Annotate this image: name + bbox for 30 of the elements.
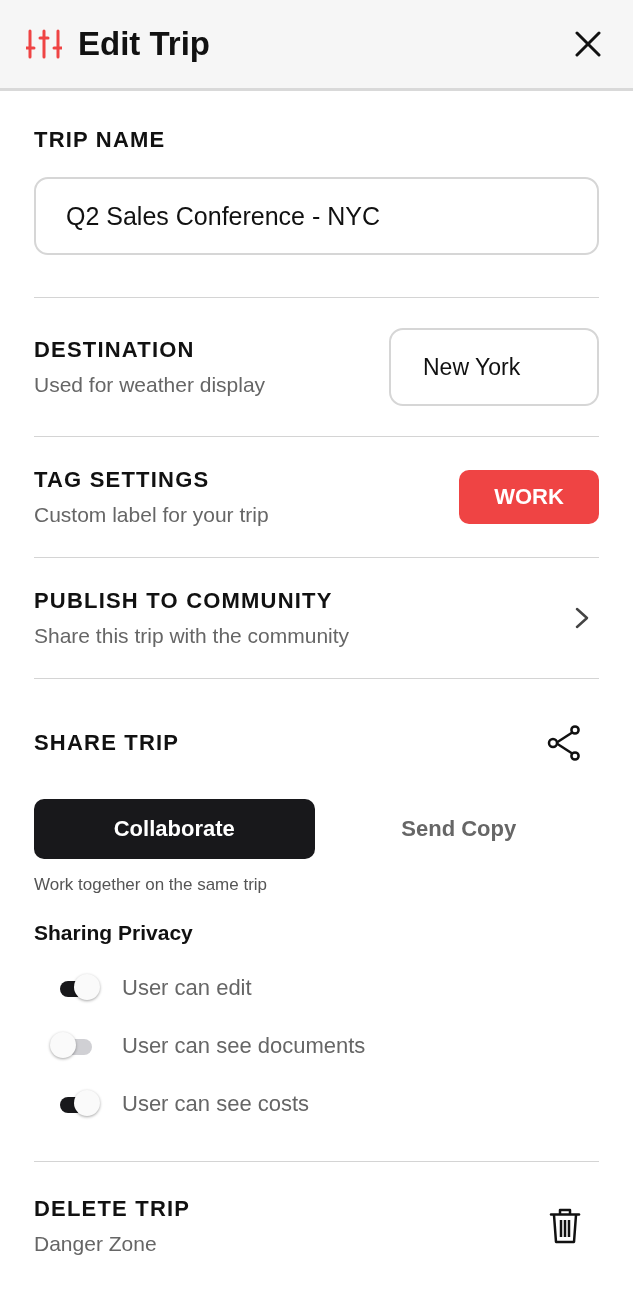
close-button[interactable] — [575, 31, 601, 57]
toggle-label: User can edit — [122, 975, 252, 1001]
privacy-title: Sharing Privacy — [34, 921, 194, 945]
mode-description: Work together on the same trip — [34, 875, 269, 895]
section-title: PUBLISH TO COMMUNITY — [34, 588, 334, 614]
section-title: TAG SETTINGS — [34, 467, 211, 493]
section-subtitle: Custom label for your trip — [34, 503, 269, 527]
publish-row[interactable]: PUBLISH TO COMMUNITY Share this trip with the community — [34, 558, 599, 678]
close-icon — [575, 31, 601, 57]
sliders-icon — [26, 29, 62, 59]
section-title: DELETE TRIP — [34, 1196, 191, 1222]
share-icon — [547, 725, 581, 761]
toggle-label: User can see costs — [122, 1091, 310, 1117]
section-subtitle: Share this trip with the community — [34, 624, 350, 648]
trash-icon — [549, 1207, 581, 1245]
mode-tab[interactable]: Collaborate — [34, 799, 315, 859]
destination-field[interactable]: New York — [389, 328, 599, 406]
section-title: DESTINATION — [34, 337, 196, 363]
section-title: SHARE TRIP — [34, 730, 180, 756]
trip-name-field[interactable]: Q2 Sales Conference - NYC — [34, 177, 599, 255]
mode-tab[interactable]: Send Copy — [318, 799, 599, 859]
section-title: TRIP NAME — [34, 127, 167, 153]
tag-button[interactable]: WORK — [459, 470, 599, 524]
chevron-right-icon — [575, 607, 589, 629]
share-button[interactable] — [547, 725, 581, 761]
toggle-label: User can see documents — [122, 1033, 366, 1059]
section-subtitle: Used for weather display — [34, 373, 266, 397]
screen-title: Edit Trip — [78, 25, 210, 63]
delete-button[interactable] — [549, 1207, 581, 1245]
section-subtitle: Danger Zone — [34, 1232, 158, 1256]
